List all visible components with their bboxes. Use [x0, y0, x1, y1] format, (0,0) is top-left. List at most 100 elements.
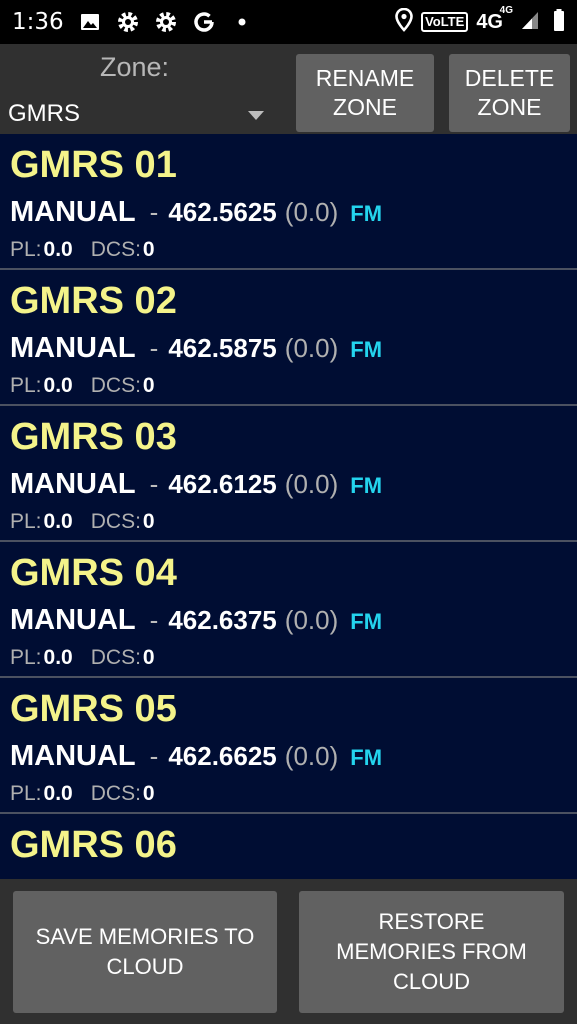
memory-detail: MANUAL - 462.6375 (0.0) FM: [10, 604, 382, 637]
dcs-label: DCS:: [90, 238, 141, 261]
restore-line2: MEMORIES FROM: [336, 939, 527, 964]
rename-zone-line1: RENAME: [315, 65, 415, 91]
memory-list[interactable]: GMRS 01 MANUAL - 462.5625 (0.0) FM PL:0.…: [0, 134, 577, 879]
memory-separator: -: [149, 469, 159, 499]
memory-item[interactable]: GMRS 02 MANUAL - 462.5875 (0.0) FM PL:0.…: [0, 270, 577, 406]
pl-label: PL:: [10, 510, 42, 533]
memory-name: GMRS 03: [10, 416, 177, 458]
zone-label: Zone:: [100, 52, 170, 82]
network-type: 4G 4G: [476, 5, 513, 34]
memory-frequency: 462.6625: [168, 741, 277, 771]
memory-tones: PL:0.0 DCS:0: [10, 646, 155, 670]
memory-frequency: 462.6375: [168, 605, 277, 635]
notification-dot-icon: [230, 10, 254, 34]
dcs-label: DCS:: [90, 646, 141, 669]
memory-item[interactable]: GMRS 05 MANUAL - 462.6625 (0.0) FM PL:0.…: [0, 678, 577, 814]
memory-mode: MANUAL: [10, 604, 136, 636]
memory-offset: (0.0): [284, 333, 339, 363]
restore-line3: CLOUD: [392, 969, 470, 994]
memory-item[interactable]: GMRS 01 MANUAL - 462.5625 (0.0) FM PL:0.…: [0, 134, 577, 270]
memory-tones: PL:0.0 DCS:0: [10, 238, 155, 262]
google-g-icon: [192, 10, 216, 34]
memory-name: GMRS 06: [10, 824, 177, 866]
memory-frequency: 462.6125: [168, 469, 277, 499]
dcs-label: DCS:: [90, 510, 141, 533]
memory-detail: MANUAL - 462.5875 (0.0) FM: [10, 332, 382, 365]
dcs-value: 0: [142, 238, 155, 261]
memory-modulation: FM: [350, 473, 383, 498]
memory-modulation: FM: [350, 745, 383, 770]
memory-item[interactable]: GMRS 03 MANUAL - 462.6125 (0.0) FM PL:0.…: [0, 406, 577, 542]
dcs-label: DCS:: [90, 782, 141, 805]
zone-selected-value: GMRS: [8, 100, 80, 127]
dcs-value: 0: [142, 374, 155, 397]
restore-memories-from-cloud-button[interactable]: RESTORE MEMORIES FROM CLOUD: [299, 891, 564, 1013]
settings-gear-icon: [116, 10, 140, 34]
memory-detail: MANUAL - 462.5625 (0.0) FM: [10, 196, 382, 229]
pl-label: PL:: [10, 238, 42, 261]
pl-value: 0.0: [43, 646, 73, 669]
memory-tones: PL:0.0 DCS:0: [10, 782, 155, 806]
image-notification-icon: [78, 10, 102, 34]
delete-zone-line1: DELETE: [464, 65, 555, 91]
memory-separator: -: [149, 605, 159, 635]
volte-badge: VoLTE: [421, 12, 469, 32]
dcs-value: 0: [142, 510, 155, 533]
memory-offset: (0.0): [284, 469, 339, 499]
restore-line1: RESTORE: [378, 909, 485, 934]
memory-name: GMRS 01: [10, 144, 177, 186]
memory-name: GMRS 05: [10, 688, 177, 730]
rename-zone-line2: ZONE: [333, 94, 397, 120]
memory-modulation: FM: [350, 609, 383, 634]
memory-mode: MANUAL: [10, 468, 136, 500]
zone-header: Zone: GMRS RENAME ZONE DELETE ZONE: [0, 44, 577, 134]
dcs-label: DCS:: [90, 374, 141, 397]
memory-frequency: 462.5625: [168, 197, 277, 227]
memory-separator: -: [149, 741, 159, 771]
memory-offset: (0.0): [284, 197, 339, 227]
battery-icon: [553, 8, 565, 37]
settings-gear-icon-2: [154, 10, 178, 34]
pl-value: 0.0: [43, 782, 73, 805]
memory-mode: MANUAL: [10, 740, 136, 772]
pl-value: 0.0: [43, 374, 73, 397]
delete-zone-line2: ZONE: [477, 94, 542, 120]
memory-frequency: 462.5875: [168, 333, 277, 363]
memory-detail: MANUAL - 462.6125 (0.0) FM: [10, 468, 382, 501]
memory-tones: PL:0.0 DCS:0: [10, 510, 155, 534]
footer: SAVE MEMORIES TO CLOUD RESTORE MEMORIES …: [0, 879, 577, 1024]
memory-mode: MANUAL: [10, 196, 136, 228]
memory-item[interactable]: GMRS 04 MANUAL - 462.6375 (0.0) FM PL:0.…: [0, 542, 577, 678]
memory-offset: (0.0): [284, 741, 339, 771]
signal-strength-icon: [521, 10, 539, 35]
zone-dropdown[interactable]: GMRS: [8, 96, 274, 132]
save-memories-to-cloud-button[interactable]: SAVE MEMORIES TO CLOUD: [13, 891, 277, 1013]
memory-name: GMRS 02: [10, 280, 177, 322]
dropdown-arrow-icon: [248, 111, 264, 120]
save-line2: CLOUD: [106, 954, 184, 979]
pl-label: PL:: [10, 782, 42, 805]
memory-tones: PL:0.0 DCS:0: [10, 374, 155, 398]
delete-zone-button[interactable]: DELETE ZONE: [449, 54, 570, 132]
dcs-value: 0: [142, 646, 155, 669]
memory-item[interactable]: GMRS 06: [0, 814, 577, 879]
memory-separator: -: [149, 197, 159, 227]
memory-offset: (0.0): [284, 605, 339, 635]
status-bar: 1:36 VoLTE 4G 4G: [0, 0, 577, 44]
location-pin-icon: [395, 7, 413, 37]
memory-modulation: FM: [350, 201, 383, 226]
status-time: 1:36: [12, 9, 64, 35]
memory-name: GMRS 04: [10, 552, 177, 594]
rename-zone-button[interactable]: RENAME ZONE: [296, 54, 434, 132]
save-line1: SAVE MEMORIES TO: [35, 924, 255, 949]
memory-detail: MANUAL - 462.6625 (0.0) FM: [10, 740, 382, 773]
memory-mode: MANUAL: [10, 332, 136, 364]
pl-label: PL:: [10, 374, 42, 397]
network-type-sup: 4G: [499, 4, 513, 16]
dcs-value: 0: [142, 782, 155, 805]
memory-modulation: FM: [350, 337, 383, 362]
pl-value: 0.0: [43, 238, 73, 261]
memory-separator: -: [149, 333, 159, 363]
pl-value: 0.0: [43, 510, 73, 533]
pl-label: PL:: [10, 646, 42, 669]
